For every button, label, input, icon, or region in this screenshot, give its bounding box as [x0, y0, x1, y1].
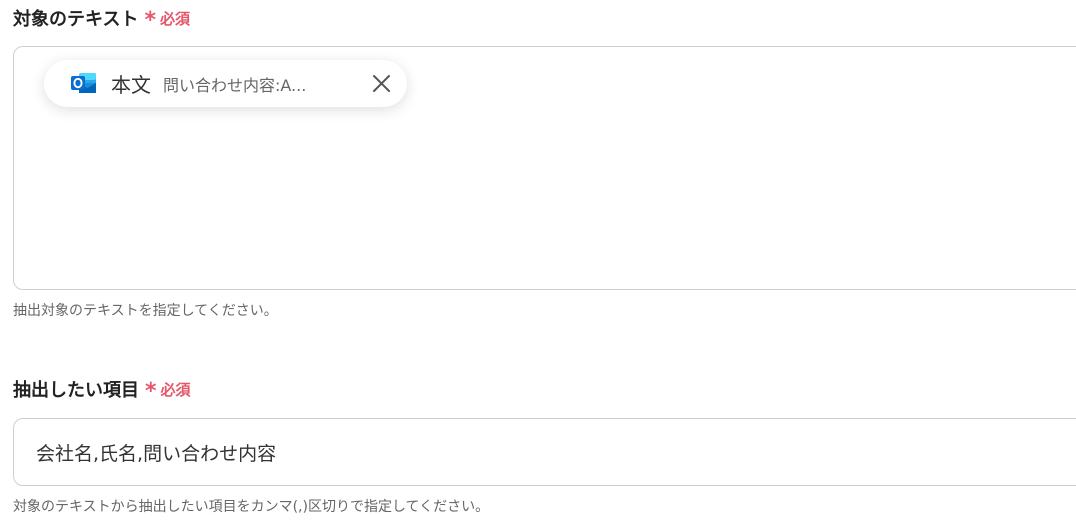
extract-items-input[interactable]: 会社名,氏名,問い合わせ内容 — [13, 418, 1076, 486]
chip-title: 本文 — [111, 73, 151, 97]
field-label-extract-items: 抽出したい項目 * 必須 — [13, 376, 191, 404]
field-label-text: 対象のテキスト — [13, 9, 139, 30]
variable-chip[interactable]: 本文 問い合わせ内容:A... — [44, 60, 407, 107]
required-asterisk: * — [144, 8, 156, 33]
field-help-text: 抽出対象のテキストを指定してください。 — [13, 303, 278, 319]
field-help-text: 対象のテキストから抽出したい項目をカンマ(,)区切りで指定してください。 — [13, 499, 490, 515]
required-badge: 必須 — [160, 380, 191, 399]
field-label-text: 抽出したい項目 — [13, 380, 139, 401]
outlook-icon — [71, 73, 96, 93]
close-icon[interactable] — [372, 74, 391, 93]
input-value: 会社名,氏名,問い合わせ内容 — [36, 442, 277, 465]
field-label-target-text: 対象のテキスト * 必須 — [13, 5, 190, 33]
required-badge: 必須 — [159, 9, 190, 28]
chip-value: 問い合わせ内容:A... — [163, 75, 307, 95]
required-asterisk: * — [145, 379, 157, 404]
